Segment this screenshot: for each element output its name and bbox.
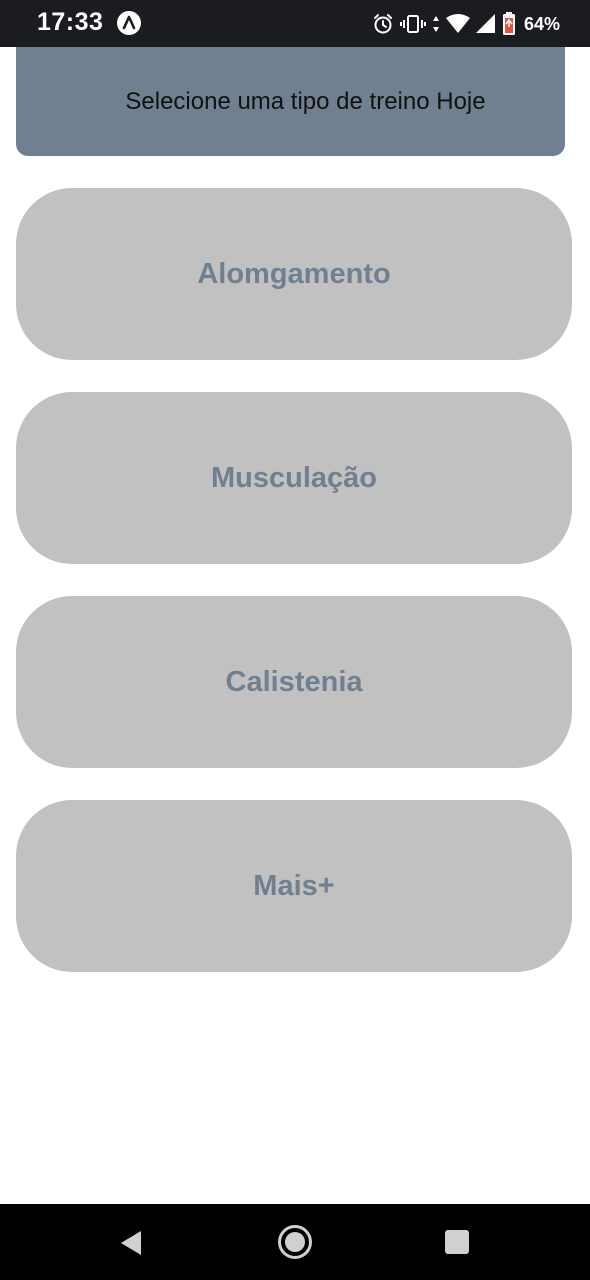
status-bar: 17:33 64% [0, 0, 590, 47]
recents-icon[interactable] [445, 1230, 469, 1254]
workout-button-label: Alomgamento [197, 257, 391, 290]
back-icon[interactable] [119, 1230, 143, 1261]
status-time: 17:33 [37, 8, 104, 36]
wifi-icon [445, 14, 470, 34]
workout-button-musculacao[interactable]: Musculação [16, 392, 572, 564]
workout-button-label: Calistenia [225, 665, 363, 698]
workout-button-label: Musculação [211, 461, 377, 494]
header-card: Selecione uma tipo de treino Hoje [16, 47, 565, 156]
alarm-icon [372, 13, 394, 35]
workout-button-alongamento[interactable]: Alomgamento [16, 188, 572, 360]
home-icon[interactable] [277, 1224, 313, 1265]
cell-signal-icon [475, 14, 496, 34]
battery-percent: 64% [523, 13, 560, 34]
workout-button-label: Mais+ [253, 869, 335, 902]
data-arrows-icon [432, 14, 440, 34]
app-notification-icon [117, 11, 141, 35]
workout-button-mais[interactable]: Mais+ [16, 800, 572, 972]
status-icons: 64% [372, 10, 560, 38]
workout-button-calistenia[interactable]: Calistenia [16, 596, 572, 768]
battery-icon [502, 12, 516, 36]
vibrate-icon [399, 14, 426, 34]
navigation-bar [0, 1204, 590, 1280]
header-title: Selecione uma tipo de treino Hoje [125, 87, 486, 115]
